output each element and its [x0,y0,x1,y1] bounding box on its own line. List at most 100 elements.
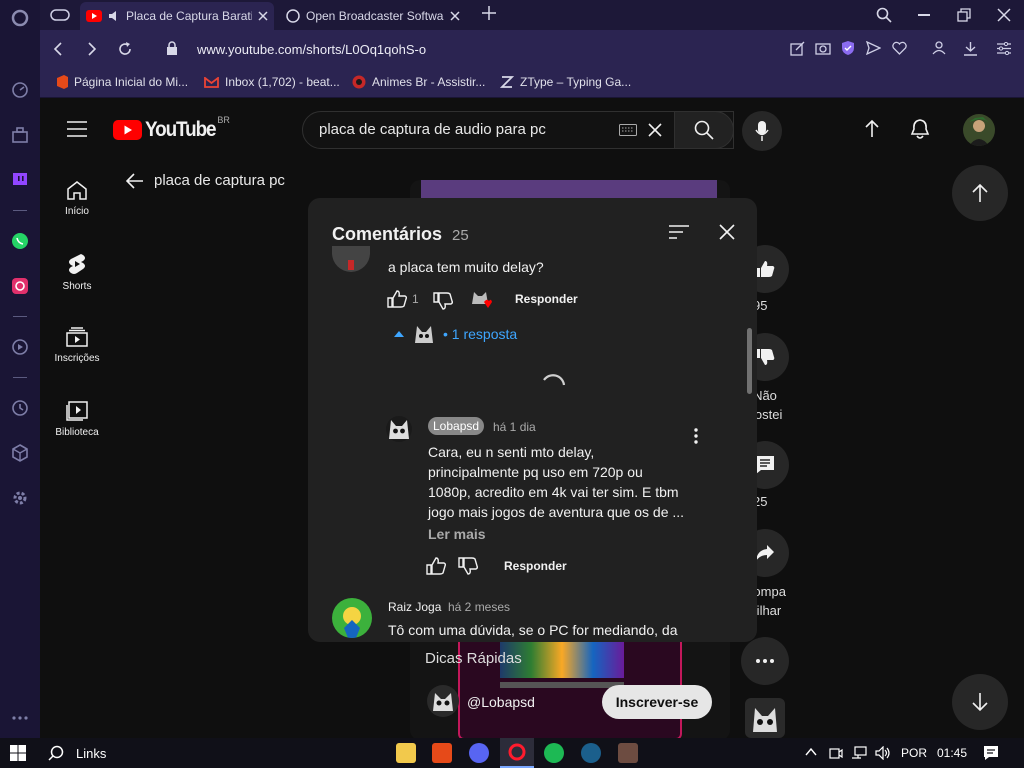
close-panel-icon[interactable] [719,224,735,240]
instagram-icon[interactable] [10,276,30,296]
replies-toggle[interactable]: • 1 resposta [393,323,517,345]
volume-icon[interactable] [875,746,891,760]
youtube-logo[interactable]: YouTube BR [113,115,230,142]
lock-icon[interactable] [166,41,178,56]
bookmark-office[interactable]: Página Inicial do Mi... [56,75,188,89]
steam-icon[interactable] [581,743,601,763]
loading-spinner-icon [541,372,567,398]
speaker-icon[interactable] [108,10,120,22]
app-taskbar-icon[interactable] [618,743,638,763]
bookmark-ztype[interactable]: ZType – Typing Ga... [500,75,631,89]
more-actions-button[interactable] [741,637,789,685]
gamepad-icon[interactable] [50,7,70,23]
vpn-shield-icon[interactable] [841,40,855,56]
reply-dislike-icon[interactable] [458,557,478,575]
tray-chevron-up-icon[interactable] [805,748,817,756]
reply-button[interactable]: Responder [515,292,578,306]
back-icon[interactable] [52,42,64,56]
file-explorer-icon[interactable] [396,743,416,763]
office-taskbar-icon[interactable] [432,743,452,763]
restore-icon[interactable] [957,8,971,22]
comments-count-header: 25 [452,227,469,244]
more-options-icon[interactable] [10,708,30,728]
network-icon[interactable] [851,746,867,760]
opera-logo-icon[interactable] [10,8,30,28]
reply-like-icon[interactable] [426,557,446,575]
notifications-bell-icon[interactable] [910,118,930,140]
reply-avatar[interactable] [386,416,412,442]
close-tab-icon[interactable] [450,11,460,21]
heart-icon[interactable] [892,41,907,55]
spotify-icon[interactable] [544,743,564,763]
nav-library[interactable]: Biblioteca [40,401,114,438]
reply-reply-button[interactable]: Responder [504,559,567,573]
tab-obs[interactable]: Open Broadcaster Software [280,2,466,30]
tab-youtube[interactable]: Placa de Captura Barati [80,2,274,30]
whatsapp-icon[interactable] [10,231,30,251]
windows-taskbar: Links POR 01:45 [0,738,1024,768]
bookmark-animes[interactable]: Animes Br - Assistir... [352,75,485,89]
upload-icon[interactable] [864,119,880,139]
download-icon[interactable] [963,41,978,56]
clear-search-icon[interactable] [648,123,662,137]
taskbar-search-label[interactable]: Links [76,746,106,761]
close-tab-icon[interactable] [258,11,268,21]
send-icon[interactable] [866,41,881,55]
panel-scrollbar[interactable] [747,328,752,394]
read-more-link[interactable]: Ler mais [428,526,486,542]
channel-name[interactable]: @Lobapsd [467,694,535,710]
workspaces-icon[interactable] [10,125,30,145]
next-comment-author[interactable]: Raiz Joga [388,600,441,614]
comment-like-icon[interactable] [387,290,407,308]
avatar[interactable] [963,114,995,146]
clock[interactable]: 01:45 [937,746,967,760]
reload-icon[interactable] [118,42,132,56]
reply-body: Cara, eu n senti mto delay, principalmen… [428,444,685,520]
search-input[interactable]: placa de captura de audio para pc [319,121,546,138]
windows-start-icon[interactable] [10,745,26,761]
player-icon[interactable] [10,337,30,357]
forward-icon[interactable] [86,42,98,56]
account-icon[interactable] [932,41,946,55]
new-tab-plus-icon[interactable] [482,6,496,20]
notifications-center-icon[interactable] [983,745,999,761]
previous-short-button[interactable] [952,165,1008,221]
settings-gear-icon[interactable] [10,488,30,508]
back-to-search[interactable]: placa de captura pc [126,172,285,189]
comment-dislike-icon[interactable] [433,292,453,310]
next-commenter-avatar[interactable] [332,598,372,638]
close-window-icon[interactable] [997,8,1011,22]
taskbar-search-icon[interactable] [48,745,64,761]
voice-search-button[interactable] [742,111,782,151]
nav-shorts[interactable]: Shorts [40,253,114,292]
search-field[interactable]: placa de captura de audio para pc [302,111,734,149]
minimize-icon[interactable] [918,14,930,16]
twitch-icon[interactable] [10,170,30,190]
search-tabs-icon[interactable] [876,7,892,23]
menu-hamburger-icon[interactable] [67,121,87,137]
video-frame-top [421,180,717,200]
nav-home[interactable]: Início [40,180,114,217]
keyboard-icon[interactable] [619,124,637,136]
send-snapshot-icon[interactable] [790,41,805,56]
keyboard-language[interactable]: POR [901,746,927,760]
easy-setup-icon[interactable] [997,42,1011,55]
commenter-avatar[interactable] [332,246,370,272]
bookmark-gmail[interactable]: Inbox (1,702) - beat... [204,75,340,89]
extensions-icon[interactable] [10,443,30,463]
channel-avatar[interactable] [427,685,459,717]
search-button[interactable] [674,111,734,149]
opera-taskbar-active[interactable] [500,738,534,768]
speed-dial-icon[interactable] [10,80,30,100]
camera-tray-icon[interactable] [829,746,843,760]
sort-icon[interactable] [669,224,689,240]
history-icon[interactable] [10,398,30,418]
subscribe-button[interactable]: Inscrever-se [602,685,712,719]
sound-thumbnail[interactable] [745,698,785,738]
camera-icon[interactable] [815,41,831,55]
next-short-button[interactable] [952,674,1008,730]
reply-author-badge[interactable]: Lobapsd [428,417,485,435]
discord-icon[interactable] [469,743,489,763]
nav-subscriptions[interactable]: Inscrições [40,327,114,364]
url-field[interactable]: www.youtube.com/shorts/L0Oq1qohS-o [197,42,426,57]
